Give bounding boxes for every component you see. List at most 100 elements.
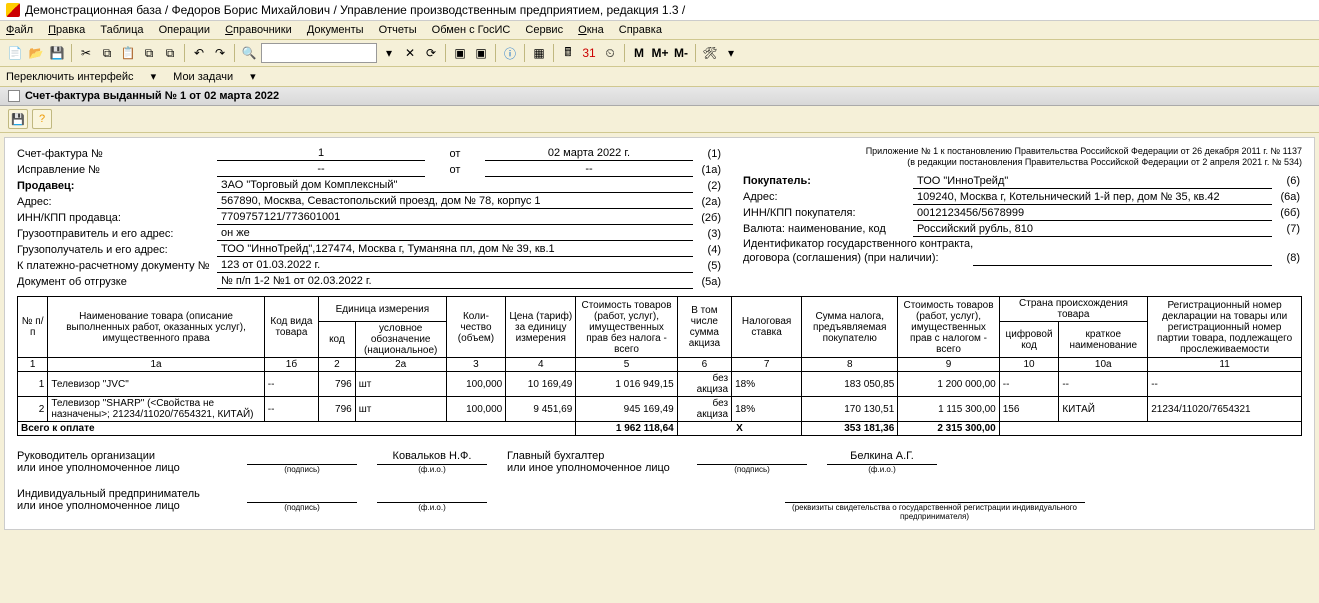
switch-iface[interactable]: Переключить интерфейс ▾ — [6, 71, 156, 83]
app-logo-icon — [6, 3, 20, 17]
contract-label2: договора (соглашения) (при наличии): — [743, 252, 973, 264]
n2a: (2а) — [693, 196, 723, 208]
clear-icon[interactable]: ✕ — [401, 44, 419, 62]
open-icon[interactable]: 📂 — [27, 44, 45, 62]
ip-or: или иное уполномоченное лицо — [17, 500, 227, 512]
db-icon[interactable]: ▦ — [530, 44, 548, 62]
pay-doc: 123 от 01.03.2022 г. — [217, 258, 693, 273]
menu-windows[interactable]: Окна — [578, 24, 604, 36]
acc-sign — [697, 450, 807, 465]
save-icon[interactable]: 💾 — [48, 44, 66, 62]
menu-edit[interactable]: Правка — [48, 24, 85, 36]
cut-icon[interactable]: ✂ — [77, 44, 95, 62]
app-title: Демонстрационная база / Федоров Борис Ми… — [25, 3, 685, 17]
ip-rekv — [785, 488, 1085, 503]
copy-icon[interactable]: ⧉ — [98, 44, 116, 62]
window2-icon[interactable]: ▣ — [472, 44, 490, 62]
col-npp: № п/п — [18, 297, 48, 358]
baddr-label: Адрес: — [743, 191, 913, 203]
buyer-label: Покупатель: — [743, 175, 913, 187]
new-icon[interactable]: 📄 — [6, 44, 24, 62]
doc-tab-title: Счет-фактура выданный № 1 от 02 марта 20… — [25, 90, 279, 102]
col-kind: Код вида товара — [264, 297, 318, 358]
corr-label: Исправление № — [17, 164, 217, 176]
head-or: или иное уполномоченное лицо — [17, 462, 227, 474]
ip-name — [377, 488, 487, 503]
info-icon[interactable]: ⓘ — [501, 44, 519, 62]
col-excise: В том числе сумма акциза — [677, 297, 731, 358]
search-dd-icon[interactable]: ▾ — [380, 44, 398, 62]
save-doc-icon[interactable]: 💾 — [8, 109, 28, 129]
help-icon[interactable]: ? — [32, 109, 52, 129]
col-uname: условное обозначение (национальное) — [355, 322, 446, 358]
mem-mp[interactable]: M+ — [651, 44, 669, 62]
undo-icon[interactable]: ↶ — [190, 44, 208, 62]
search-input[interactable] — [261, 43, 377, 63]
menu-reports[interactable]: Отчеты — [379, 24, 417, 36]
col-cname: краткое наименование — [1059, 322, 1148, 358]
corr-no: -- — [217, 162, 425, 177]
contract-id — [973, 251, 1272, 266]
doc-toolbar: 💾 ? — [0, 106, 1319, 133]
n6: (6) — [1272, 175, 1302, 187]
mem-mm[interactable]: M- — [672, 44, 690, 62]
calendar-icon[interactable]: 31 — [580, 44, 598, 62]
document-tab[interactable]: Счет-фактура выданный № 1 от 02 марта 20… — [0, 87, 1319, 106]
col-qty: Коли- чество (объем) — [446, 297, 506, 358]
menu-gosis[interactable]: Обмен с ГосИС — [432, 24, 511, 36]
paste-icon[interactable]: 📋 — [119, 44, 137, 62]
mem-m[interactable]: M — [630, 44, 648, 62]
seller: ЗАО "Торговый дом Комплексный" — [217, 178, 693, 193]
tools-dd-icon[interactable]: ▾ — [722, 44, 740, 62]
copy2-icon[interactable]: ⧉ — [140, 44, 158, 62]
menu-help[interactable]: Справка — [619, 24, 662, 36]
menu-table[interactable]: Таблица — [100, 24, 143, 36]
consignee: ТОО "ИнноТрейд",127474, Москва г, Туманя… — [217, 242, 693, 257]
buyer: ТОО "ИнноТрейд" — [913, 174, 1272, 189]
n5a: (5а) — [693, 276, 723, 288]
col-unit: Единица измерения — [319, 297, 447, 322]
switcher-bar: Переключить интерфейс ▾ Мои задачи ▾ — [0, 67, 1319, 87]
cons-label: Грузополучатель и его адрес: — [17, 244, 217, 256]
menu-service[interactable]: Сервис — [525, 24, 563, 36]
total-x: X — [677, 422, 801, 436]
title-bar: Демонстрационная база / Федоров Борис Ми… — [0, 0, 1319, 21]
switch-tasks[interactable]: Мои задачи ▾ — [173, 71, 256, 83]
window-icon[interactable]: ▣ — [451, 44, 469, 62]
seller-addr: 567890, Москва, Севастопольский проезд, … — [217, 194, 693, 209]
document-body: Счет-фактура № 1 от 02 марта 2022 г. (1)… — [4, 137, 1315, 530]
redo-icon[interactable]: ↷ — [211, 44, 229, 62]
tools-icon[interactable]: 🛠 — [701, 44, 719, 62]
items-table: № п/п Наименование товара (описание выпо… — [17, 296, 1302, 436]
ship-doc: № п/п 1-2 №1 от 02.03.2022 г. — [217, 274, 693, 289]
menu-refs[interactable]: Справочники — [225, 24, 292, 36]
binn-label: ИНН/КПП покупателя: — [743, 207, 913, 219]
n6b: (6б) — [1272, 207, 1302, 219]
seller-inn: 7709757121/773601001 — [217, 210, 693, 225]
shipper: он же — [217, 226, 693, 241]
n8: (8) — [1272, 252, 1302, 264]
find-icon[interactable]: 🔍 — [240, 44, 258, 62]
col-costtax: Стоимость товаров (работ, услуг), имущес… — [898, 297, 999, 358]
acc-name: Белкина А.Г. — [827, 450, 937, 465]
head-name: Ковальков Н.Ф. — [377, 450, 487, 465]
ot2: от — [425, 164, 485, 176]
menu-docs[interactable]: Документы — [307, 24, 364, 36]
total-label: Всего к оплате — [18, 422, 576, 436]
invoice-no-label: Счет-фактура № — [17, 148, 217, 160]
doc-icon — [8, 90, 20, 102]
menu-file[interactable]: Файл — [6, 24, 33, 36]
inn-label: ИНН/КПП продавца: — [17, 212, 217, 224]
contract-label1: Идентификатор государственного контракта… — [743, 238, 973, 250]
calc-icon[interactable]: 🖩 — [559, 44, 577, 62]
buyer-addr: 109240, Москва г, Котельнический 1-й пер… — [913, 190, 1272, 205]
head-sign — [247, 450, 357, 465]
menu-bar: Файл Правка Таблица Операции Справочники… — [0, 21, 1319, 40]
col-country: Страна происхождения товара — [999, 297, 1147, 322]
menu-ops[interactable]: Операции — [159, 24, 210, 36]
n1a: (1а) — [693, 164, 723, 176]
table-row: 1Телевизор "JVC"--796шт100,00010 169,491… — [18, 372, 1302, 397]
clock-icon[interactable]: ⏲ — [601, 44, 619, 62]
refresh-icon[interactable]: ⟳ — [422, 44, 440, 62]
compare-icon[interactable]: ⧉ — [161, 44, 179, 62]
